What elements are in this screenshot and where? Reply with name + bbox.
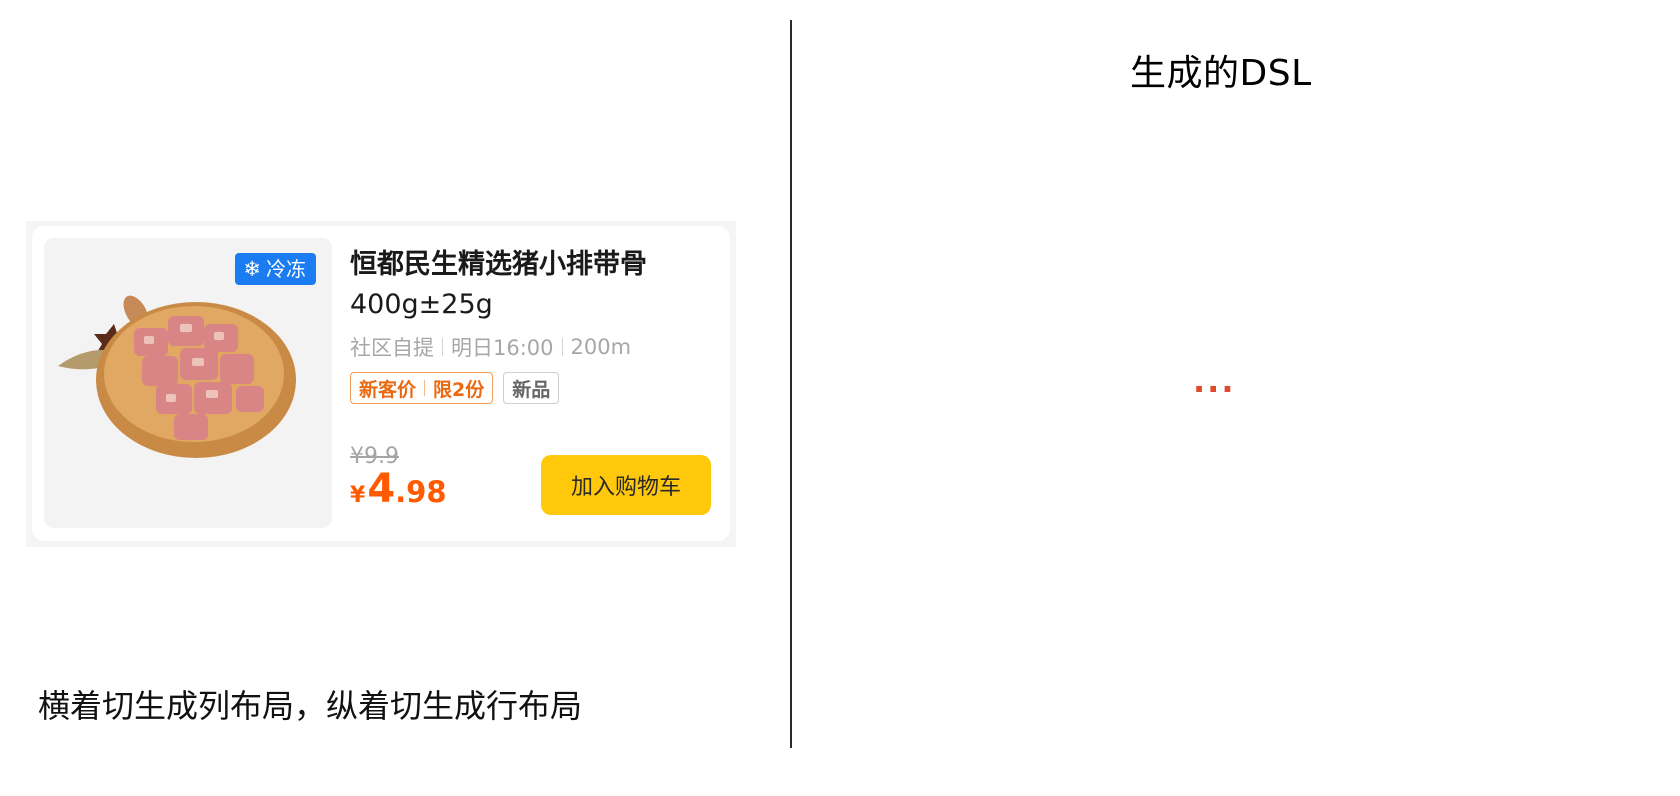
pickup-type: 社区自提 — [350, 336, 434, 360]
new-product-tag: 新品 — [503, 372, 560, 404]
product-card[interactable]: ❄ 冷冻 恒都民生精选猪小排带骨 400g±25g 社区自提 明日16:00 2… — [32, 226, 730, 541]
price-decimal: .98 — [395, 475, 447, 509]
promo-tag: 新客价 限2份 — [350, 372, 494, 404]
product-card-frame: ❄ 冷冻 恒都民生精选猪小排带骨 400g±25g 社区自提 明日16:00 2… — [26, 221, 736, 547]
vertical-divider — [790, 20, 792, 748]
promo-tag-divider — [424, 380, 426, 396]
current-price: ¥ 4 .98 — [350, 466, 447, 512]
layout-caption: 横着切生成列布局，纵着切生成行布局 — [38, 687, 583, 725]
frozen-badge: ❄ 冷冻 — [235, 253, 316, 285]
dsl-ellipsis: ... — [1193, 362, 1236, 400]
promo-tag-limit: 限2份 — [433, 378, 485, 401]
price-currency: ¥ — [350, 483, 366, 508]
product-title[interactable]: 恒都民生精选猪小排带骨 400g±25g — [350, 245, 720, 325]
pickup-distance: 200m — [570, 335, 632, 359]
meta-divider — [442, 338, 443, 356]
delivery-meta: 社区自提 明日16:00 200m — [350, 332, 631, 362]
promo-tag-new-customer: 新客价 — [359, 378, 417, 401]
add-to-cart-button[interactable]: 加入购物车 — [541, 455, 711, 515]
frozen-badge-label: 冷冻 — [266, 257, 306, 281]
dsl-panel-title: 生成的DSL — [1130, 53, 1312, 94]
product-title-line1: 恒都民生精选猪小排带骨 — [350, 249, 647, 280]
tag-row: 新客价 限2份 新品 — [350, 372, 560, 404]
product-image[interactable]: ❄ 冷冻 — [44, 238, 332, 528]
price-integer: 4 — [367, 466, 396, 512]
snowflake-icon: ❄ — [243, 256, 261, 281]
meta-divider — [561, 338, 563, 356]
product-title-line2: 400g±25g — [350, 289, 493, 320]
pickup-time: 明日16:00 — [451, 336, 554, 360]
